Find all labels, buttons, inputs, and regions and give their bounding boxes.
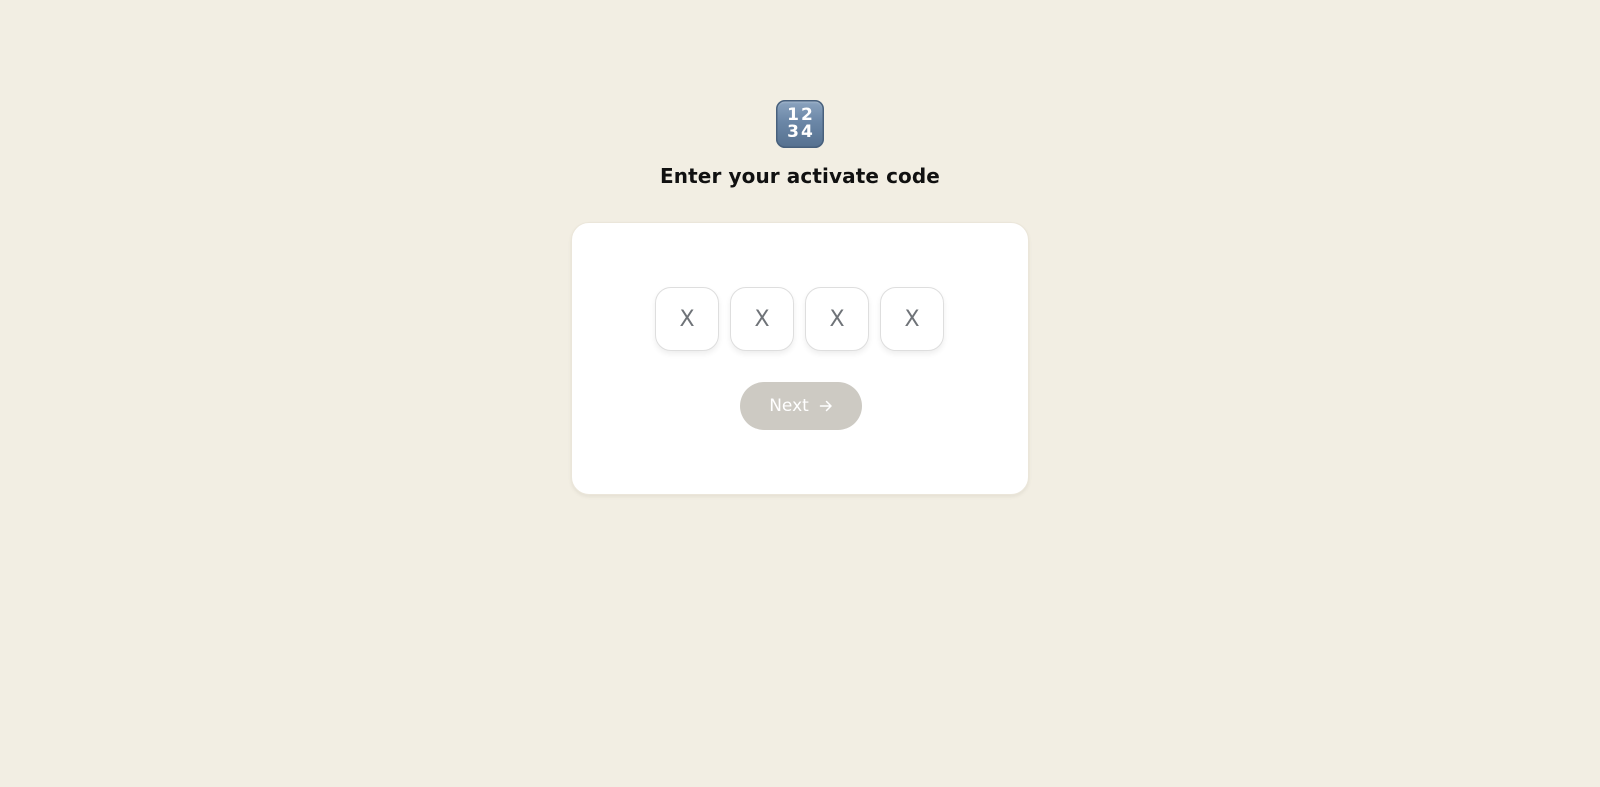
arrow-right-icon: [819, 400, 832, 412]
logo-row-2: 34: [787, 122, 815, 142]
code-digit-2[interactable]: [730, 287, 794, 351]
numbers-1234-icon: 12 34: [776, 100, 824, 148]
activation-page: 12 34 Enter your activate code Next: [0, 0, 1600, 787]
next-button[interactable]: Next: [740, 382, 862, 430]
page-title: Enter your activate code: [660, 164, 940, 188]
code-input-row: [655, 287, 944, 351]
code-digit-3[interactable]: [805, 287, 869, 351]
code-digit-1[interactable]: [655, 287, 719, 351]
code-digit-4[interactable]: [880, 287, 944, 351]
code-card: Next: [571, 222, 1029, 495]
next-button-label: Next: [769, 396, 809, 416]
